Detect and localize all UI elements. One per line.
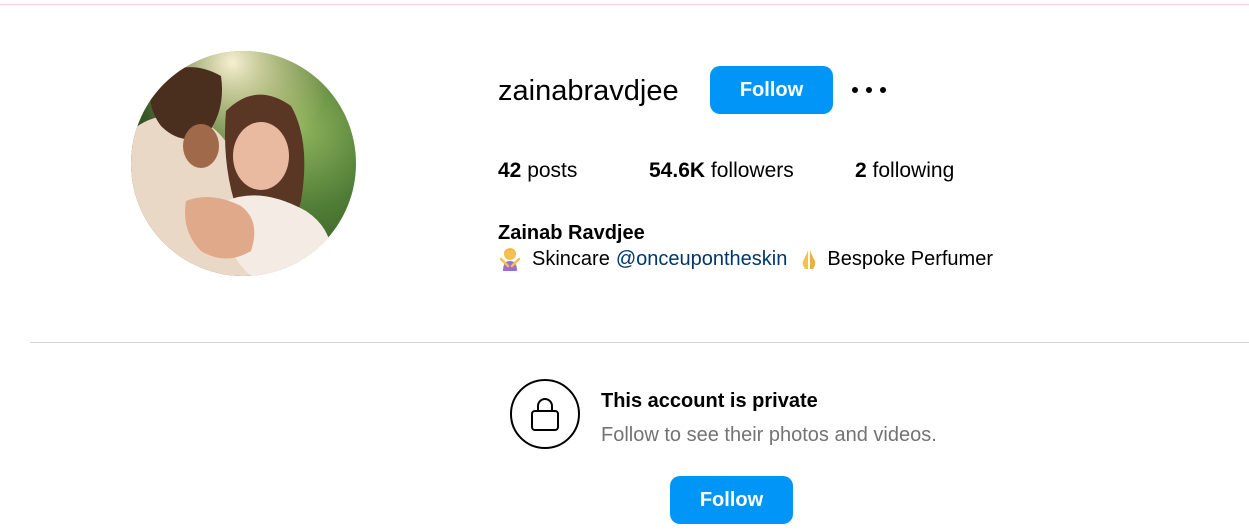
more-dot [852, 87, 858, 93]
follow-button[interactable]: Follow [710, 66, 833, 114]
following-label: following [872, 159, 955, 182]
profile-full-name: Zainab Ravdjee [498, 222, 645, 244]
posts-label: posts [527, 159, 578, 182]
bio-mention-link[interactable]: @onceupontheskin [616, 246, 788, 272]
following-number: 2 [855, 159, 867, 182]
more-dot [880, 87, 886, 93]
following-link[interactable]: 2 following [855, 156, 954, 186]
lock-icon [510, 379, 580, 449]
profile-username: zainabravdjee [498, 75, 679, 107]
profile-avatar[interactable] [131, 51, 356, 276]
followers-link[interactable]: 54.6K followers [649, 156, 794, 186]
woman-gesturing-icon [498, 247, 522, 271]
bio-text-skincare: Skincare [532, 248, 610, 270]
followers-label: followers [710, 159, 794, 182]
follow-button-private[interactable]: Follow [670, 476, 793, 524]
profile-bio: Skincare @onceupontheskin Bespoke Perfum… [498, 246, 993, 272]
folded-hands-icon [797, 247, 821, 271]
private-account-subtitle: Follow to see their photos and videos. [601, 424, 937, 446]
avatar-photo [131, 51, 356, 276]
followers-number: 54.6K [649, 159, 706, 182]
private-account-title: This account is private [601, 390, 818, 412]
posts-count: 42 posts [498, 156, 577, 186]
bio-text-perfumer: Bespoke Perfumer [827, 248, 993, 270]
more-dot [866, 87, 872, 93]
section-divider [30, 342, 1249, 343]
posts-number: 42 [498, 159, 522, 182]
more-options-icon[interactable] [852, 80, 886, 100]
top-border [0, 4, 1249, 5]
